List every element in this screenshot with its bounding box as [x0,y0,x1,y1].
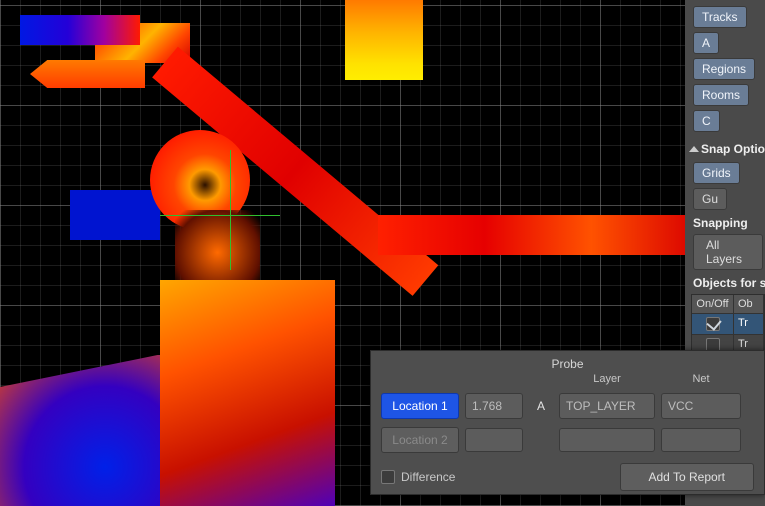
copper-pour[interactable] [160,280,335,506]
location-1-value[interactable]: 1.768 [465,393,523,419]
table-row[interactable]: Tr [692,314,764,335]
trace-segment[interactable] [378,215,690,255]
filter-tracks-button[interactable]: Tracks [693,6,747,28]
probe-panel[interactable]: Probe Layer Net Location 1 1.768 A TOP_L… [370,350,765,495]
checkbox[interactable] [381,470,395,484]
difference-label: Difference [401,470,455,484]
probe-crosshair [230,150,231,270]
all-layers-button[interactable]: All Layers [693,234,763,270]
snap-options-header[interactable]: Snap Options [691,142,765,156]
collapse-icon [689,146,699,152]
difference-checkbox[interactable]: Difference [381,470,455,484]
probe-crosshair [160,215,280,216]
component-pad[interactable] [70,190,160,240]
location-1-net[interactable]: VCC [661,393,741,419]
col-header-layer: Layer [559,373,655,385]
filter-rooms-button[interactable]: Rooms [693,84,749,106]
section-title: Snap Options [701,142,765,156]
component-pad[interactable] [20,15,140,45]
row-label: Tr [734,314,764,335]
location-2-layer[interactable] [559,428,655,452]
location-2-value[interactable] [465,428,523,452]
guides-button[interactable]: Gu [693,188,727,210]
location-2-button[interactable]: Location 2 [381,427,459,453]
col-header-net: Net [661,373,741,385]
col-header-object[interactable]: Ob [734,295,764,314]
snapping-label: Snapping [693,216,765,230]
checkbox[interactable] [706,317,720,331]
objects-for-label: Objects for sn [693,276,765,290]
location-1-button[interactable]: Location 1 [381,393,459,419]
filter-c-button[interactable]: C [693,110,720,132]
add-to-report-button[interactable]: Add To Report [620,463,755,491]
unit-label: A [529,399,553,413]
component-pad[interactable] [30,60,145,88]
col-header-onoff[interactable]: On/Off [692,295,734,314]
component-body[interactable] [345,0,423,80]
filter-regions-button[interactable]: Regions [693,58,755,80]
filter-a-button[interactable]: A [693,32,719,54]
location-1-layer[interactable]: TOP_LAYER [559,393,655,419]
location-2-net[interactable] [661,428,741,452]
probe-title: Probe [371,351,764,373]
grids-button[interactable]: Grids [693,162,740,184]
